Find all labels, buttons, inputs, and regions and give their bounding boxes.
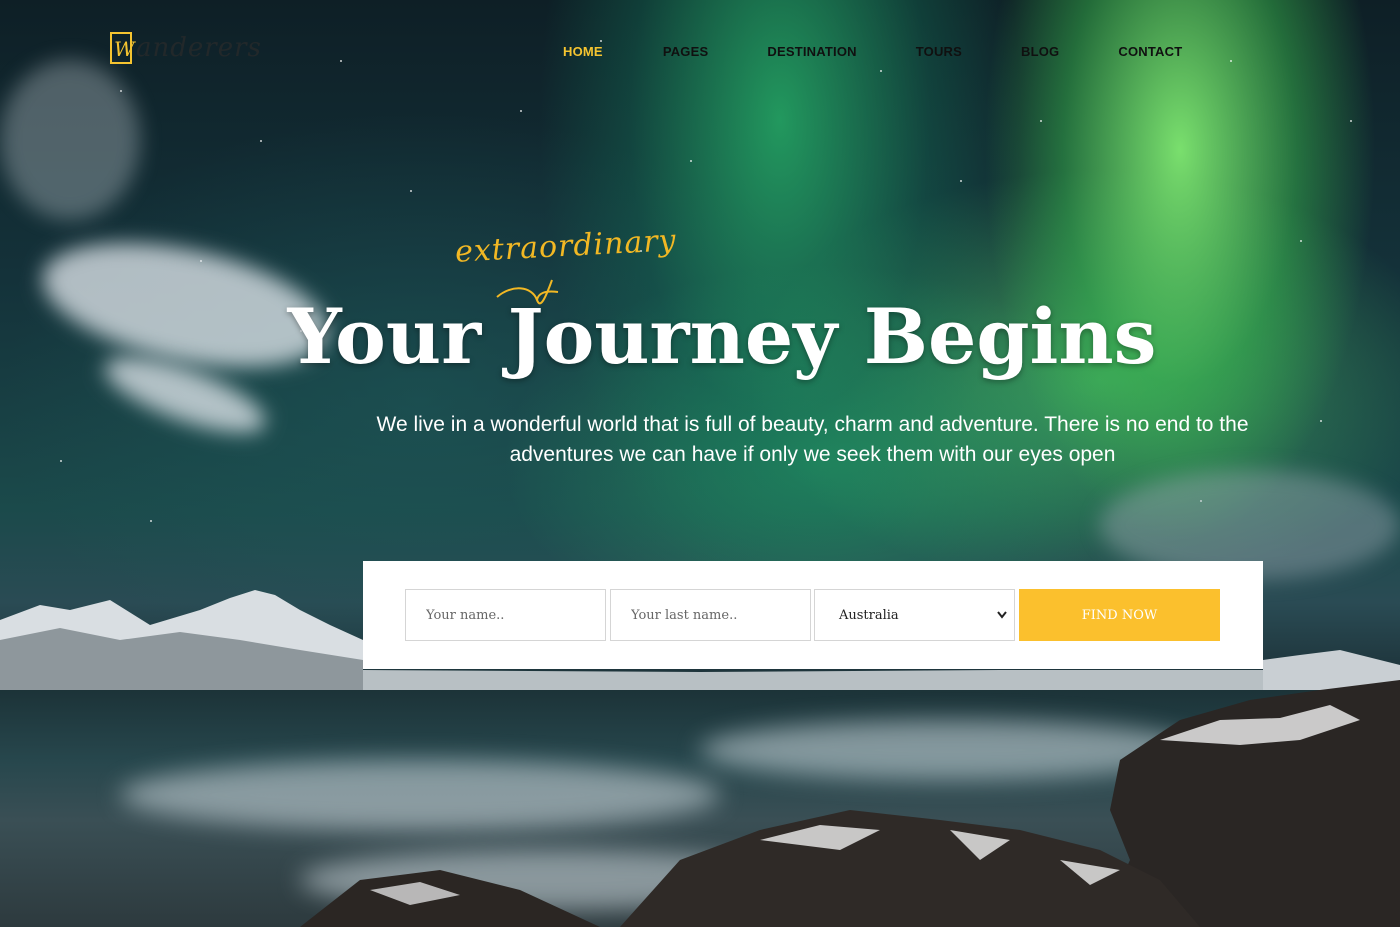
main-nav: HOME PAGES DESTINATION TOURS BLOG CONTAC… [563, 44, 1182, 59]
nav-item-home[interactable]: HOME [563, 44, 603, 59]
hero-subtitle: We live in a wonderful world that is ful… [376, 413, 1249, 466]
country-selected-value: Australia [839, 607, 899, 623]
logo-letter: W [114, 37, 135, 61]
last-name-input[interactable] [610, 589, 811, 641]
chevron-down-icon [997, 611, 1007, 619]
nav-item-tours[interactable]: TOURS [916, 44, 962, 59]
brand-name: anderers [136, 33, 262, 63]
nav-item-destination[interactable]: DESTINATION [767, 44, 856, 59]
logo-mark: W [110, 32, 135, 64]
country-select[interactable]: Australia [814, 589, 1015, 641]
nav-item-pages[interactable]: PAGES [663, 44, 709, 59]
hero-headline: Your Journey Begins [287, 292, 1157, 381]
nav-item-contact[interactable]: CONTACT [1118, 44, 1182, 59]
find-now-button[interactable]: FIND NOW [1019, 589, 1220, 641]
nav-item-blog[interactable]: BLOG [1021, 44, 1059, 59]
brand-logo[interactable]: W anderers [110, 30, 262, 66]
search-form: Australia FIND NOW [363, 561, 1263, 669]
first-name-input[interactable] [405, 589, 606, 641]
